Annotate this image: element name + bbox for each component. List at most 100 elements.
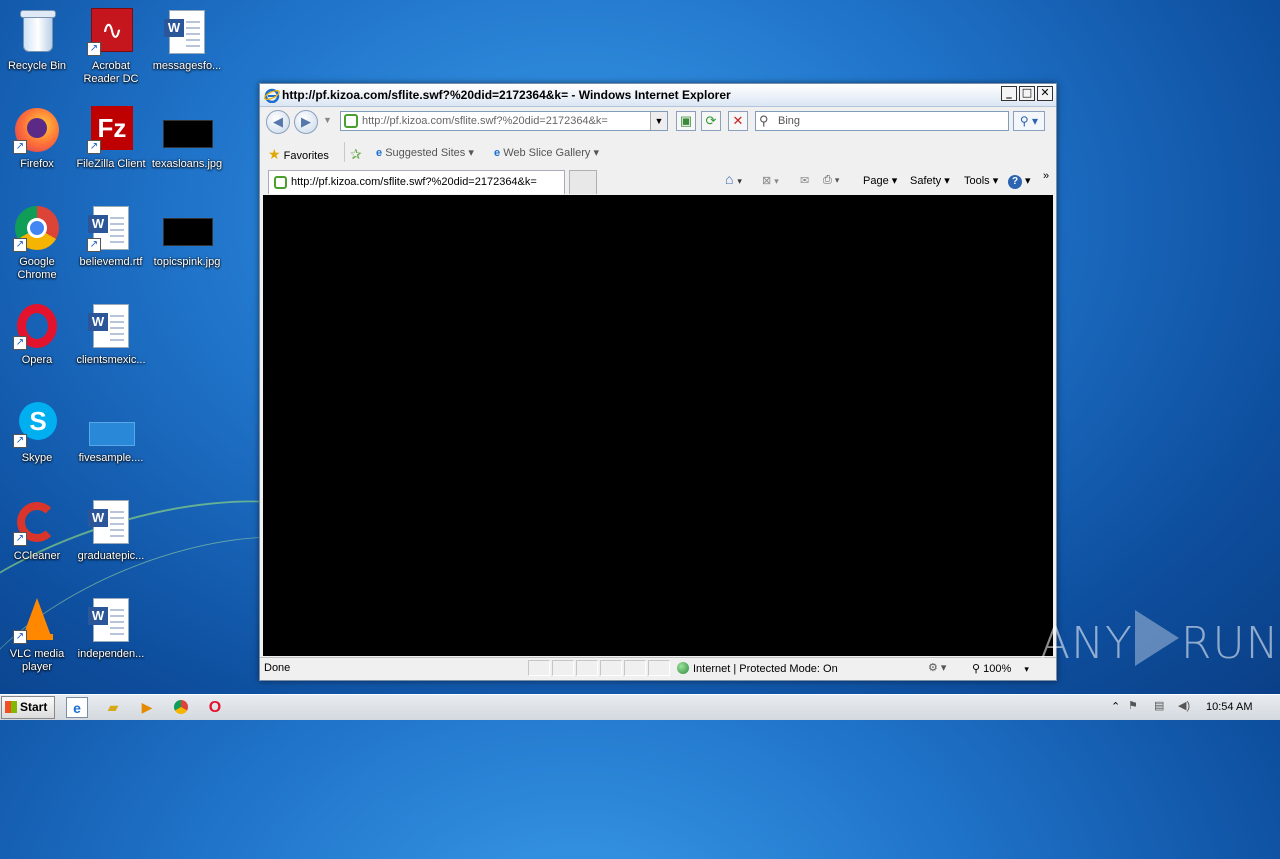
- desktop-icon-messagesfo[interactable]: W messagesfo...: [150, 8, 224, 73]
- taskbar-file-explorer[interactable]: ▰: [102, 697, 124, 718]
- desktop-icon-vlc[interactable]: ↗ VLC media player: [0, 596, 74, 674]
- navigation-bar: ◀ ▶ ▼ http://pf.kizoa.com/sflite.swf?%20…: [260, 107, 1056, 135]
- desktop-icon-skype[interactable]: S ↗ Skype: [0, 400, 74, 465]
- desktop-icon-label: Recycle Bin: [7, 60, 67, 72]
- filezilla-icon: Fz ↗: [87, 106, 135, 154]
- safety-menu-button[interactable]: Safety ▾: [910, 174, 950, 187]
- close-button[interactable]: ✕: [1037, 86, 1053, 101]
- search-button[interactable]: ⚲ ▾: [1013, 111, 1045, 131]
- refresh-button[interactable]: ⟳: [701, 111, 721, 131]
- word-doc-icon: W ↗: [87, 204, 135, 252]
- clock[interactable]: 10:54 AM: [1206, 701, 1252, 713]
- taskbar-opera[interactable]: O: [204, 697, 226, 718]
- tools-menu-button[interactable]: Tools ▾: [964, 174, 998, 187]
- start-label: Start: [20, 700, 48, 714]
- desktop-icon-filezilla[interactable]: Fz ↗ FileZilla Client: [74, 106, 148, 171]
- desktop-icon-acrobat[interactable]: ∿ ↗ Acrobat Reader DC: [74, 8, 148, 86]
- feeds-button[interactable]: ⊠ ▾: [762, 174, 779, 187]
- shortcut-arrow-icon: ↗: [13, 434, 27, 448]
- desktop-icon-label: VLC media player: [9, 648, 65, 673]
- desktop-icon-label: Google Chrome: [17, 256, 57, 281]
- read-mail-button[interactable]: ✉: [800, 174, 809, 187]
- shortcut-arrow-icon: ↗: [87, 140, 101, 154]
- desktop-icon-firefox[interactable]: ↗ Firefox: [0, 106, 74, 171]
- maximize-button[interactable]: □: [1019, 86, 1035, 101]
- desktop-icon-label: independen...: [77, 648, 145, 660]
- add-to-favorites-bar-button[interactable]: ✰: [350, 146, 362, 163]
- desktop-icon-recycle-bin[interactable]: Recycle Bin: [0, 8, 74, 73]
- page-content-flash[interactable]: [263, 195, 1053, 656]
- history-dropdown-icon[interactable]: ▼: [323, 115, 332, 125]
- protected-mode-settings-button[interactable]: ⚙ ▾: [928, 661, 946, 674]
- desktop-icon-texasloans[interactable]: texasloans.jpg: [150, 106, 224, 171]
- forward-button[interactable]: ▶: [294, 110, 318, 134]
- stop-button[interactable]: ✕: [728, 111, 748, 131]
- zoom-control[interactable]: ⚲ 100% ▾: [972, 662, 1029, 675]
- desktop-icon-label: clientsmexic...: [76, 354, 146, 366]
- desktop-icon-independen[interactable]: W independen...: [74, 596, 148, 661]
- zone-label: Internet | Protected Mode: On: [693, 663, 838, 675]
- window-title: http://pf.kizoa.com/sflite.swf?%20did=21…: [282, 88, 731, 102]
- search-placeholder: Bing: [778, 115, 801, 127]
- page-menu-label: Page: [863, 175, 889, 187]
- desktop-icon-label: Acrobat Reader DC: [83, 60, 139, 85]
- start-button[interactable]: Start: [1, 696, 55, 719]
- shortcut-arrow-icon: ↗: [13, 630, 27, 644]
- skype-icon: S ↗: [13, 400, 61, 448]
- firefox-icon: ↗: [13, 106, 61, 154]
- print-button[interactable]: ⎙ ▾: [823, 174, 839, 187]
- desktop-icon-label: topicspink.jpg: [153, 256, 221, 268]
- desktop-icon-topicspink[interactable]: topicspink.jpg: [150, 204, 224, 269]
- desktop-icon-ccleaner[interactable]: ↗ CCleaner: [0, 498, 74, 563]
- desktop-icon-label: Firefox: [20, 158, 54, 170]
- favorites-button[interactable]: ★ Favorites: [268, 146, 329, 163]
- taskbar: Start e ▰ ▶ O ⌃ ⚑ ▤ ◀) 10:54 AM: [0, 694, 1280, 720]
- desktop-icon-believemd[interactable]: W ↗ believemd.rtf: [74, 204, 148, 269]
- recycle-bin-icon: [13, 8, 61, 56]
- desktop-icon-graduatepic[interactable]: W graduatepic...: [74, 498, 148, 563]
- taskbar-media-player[interactable]: ▶: [136, 697, 158, 718]
- shortcut-arrow-icon: ↗: [13, 336, 27, 350]
- internet-explorer-icon: [264, 88, 280, 103]
- tab-label: http://pf.kizoa.com/sflite.swf?%20did=21…: [291, 176, 537, 188]
- help-button[interactable]: ? ▾: [1008, 174, 1031, 189]
- word-doc-icon: W: [87, 596, 135, 644]
- desktop-icon-clientsmexic[interactable]: W clientsmexic...: [74, 302, 148, 367]
- ie-window[interactable]: http://pf.kizoa.com/sflite.swf?%20did=21…: [259, 83, 1057, 681]
- chrome-icon: [174, 700, 188, 714]
- back-button[interactable]: ◀: [266, 110, 290, 134]
- suggested-sites-link[interactable]: e Suggested Sites ▾: [376, 146, 474, 159]
- new-tab-button[interactable]: [569, 170, 597, 194]
- web-slice-gallery-link[interactable]: e Web Slice Gallery ▾: [494, 146, 599, 159]
- help-icon: ?: [1008, 175, 1022, 189]
- volume-icon[interactable]: ◀): [1178, 699, 1190, 712]
- search-input[interactable]: ⚲ Bing: [755, 111, 1009, 131]
- page-menu-button[interactable]: Page ▾: [863, 174, 897, 187]
- vlc-icon: ↗: [13, 596, 61, 644]
- page-icon: [344, 114, 358, 128]
- chevron-more-icon[interactable]: »: [1043, 170, 1049, 182]
- desktop-icon-opera[interactable]: ↗ Opera: [0, 302, 74, 367]
- tab-active[interactable]: http://pf.kizoa.com/sflite.swf?%20did=21…: [268, 170, 565, 194]
- address-bar[interactable]: http://pf.kizoa.com/sflite.swf?%20did=21…: [340, 111, 668, 131]
- minimize-button[interactable]: _: [1001, 86, 1017, 101]
- home-button[interactable]: ⌂ ▾: [725, 171, 742, 187]
- compatibility-view-button[interactable]: ▣: [676, 111, 696, 131]
- tray-expand-icon[interactable]: ⌃: [1111, 700, 1120, 713]
- action-center-icon[interactable]: ⚑: [1128, 699, 1138, 712]
- address-dropdown-icon[interactable]: ▼: [650, 112, 667, 130]
- status-bar: Done Internet | Protected Mode: On ⚙ ▾ ⚲…: [260, 657, 1056, 680]
- play-logo-icon: [1134, 610, 1179, 666]
- network-icon[interactable]: ▤: [1154, 699, 1164, 712]
- opera-icon: ↗: [13, 302, 61, 350]
- address-url: http://pf.kizoa.com/sflite.swf?%20did=21…: [362, 115, 608, 127]
- window-titlebar[interactable]: http://pf.kizoa.com/sflite.swf?%20did=21…: [260, 84, 1056, 107]
- desktop-icon-fivesample[interactable]: fivesample....: [74, 400, 148, 465]
- desktop-icon-label: messagesfo...: [152, 60, 222, 72]
- taskbar-internet-explorer[interactable]: e: [66, 697, 88, 718]
- safety-menu-label: Safety: [910, 175, 942, 187]
- desktop-icon-chrome[interactable]: ↗ Google Chrome: [0, 204, 74, 282]
- taskbar-chrome[interactable]: [170, 697, 192, 718]
- favorites-label: Favorites: [283, 150, 329, 162]
- security-zone[interactable]: Internet | Protected Mode: On: [677, 662, 838, 675]
